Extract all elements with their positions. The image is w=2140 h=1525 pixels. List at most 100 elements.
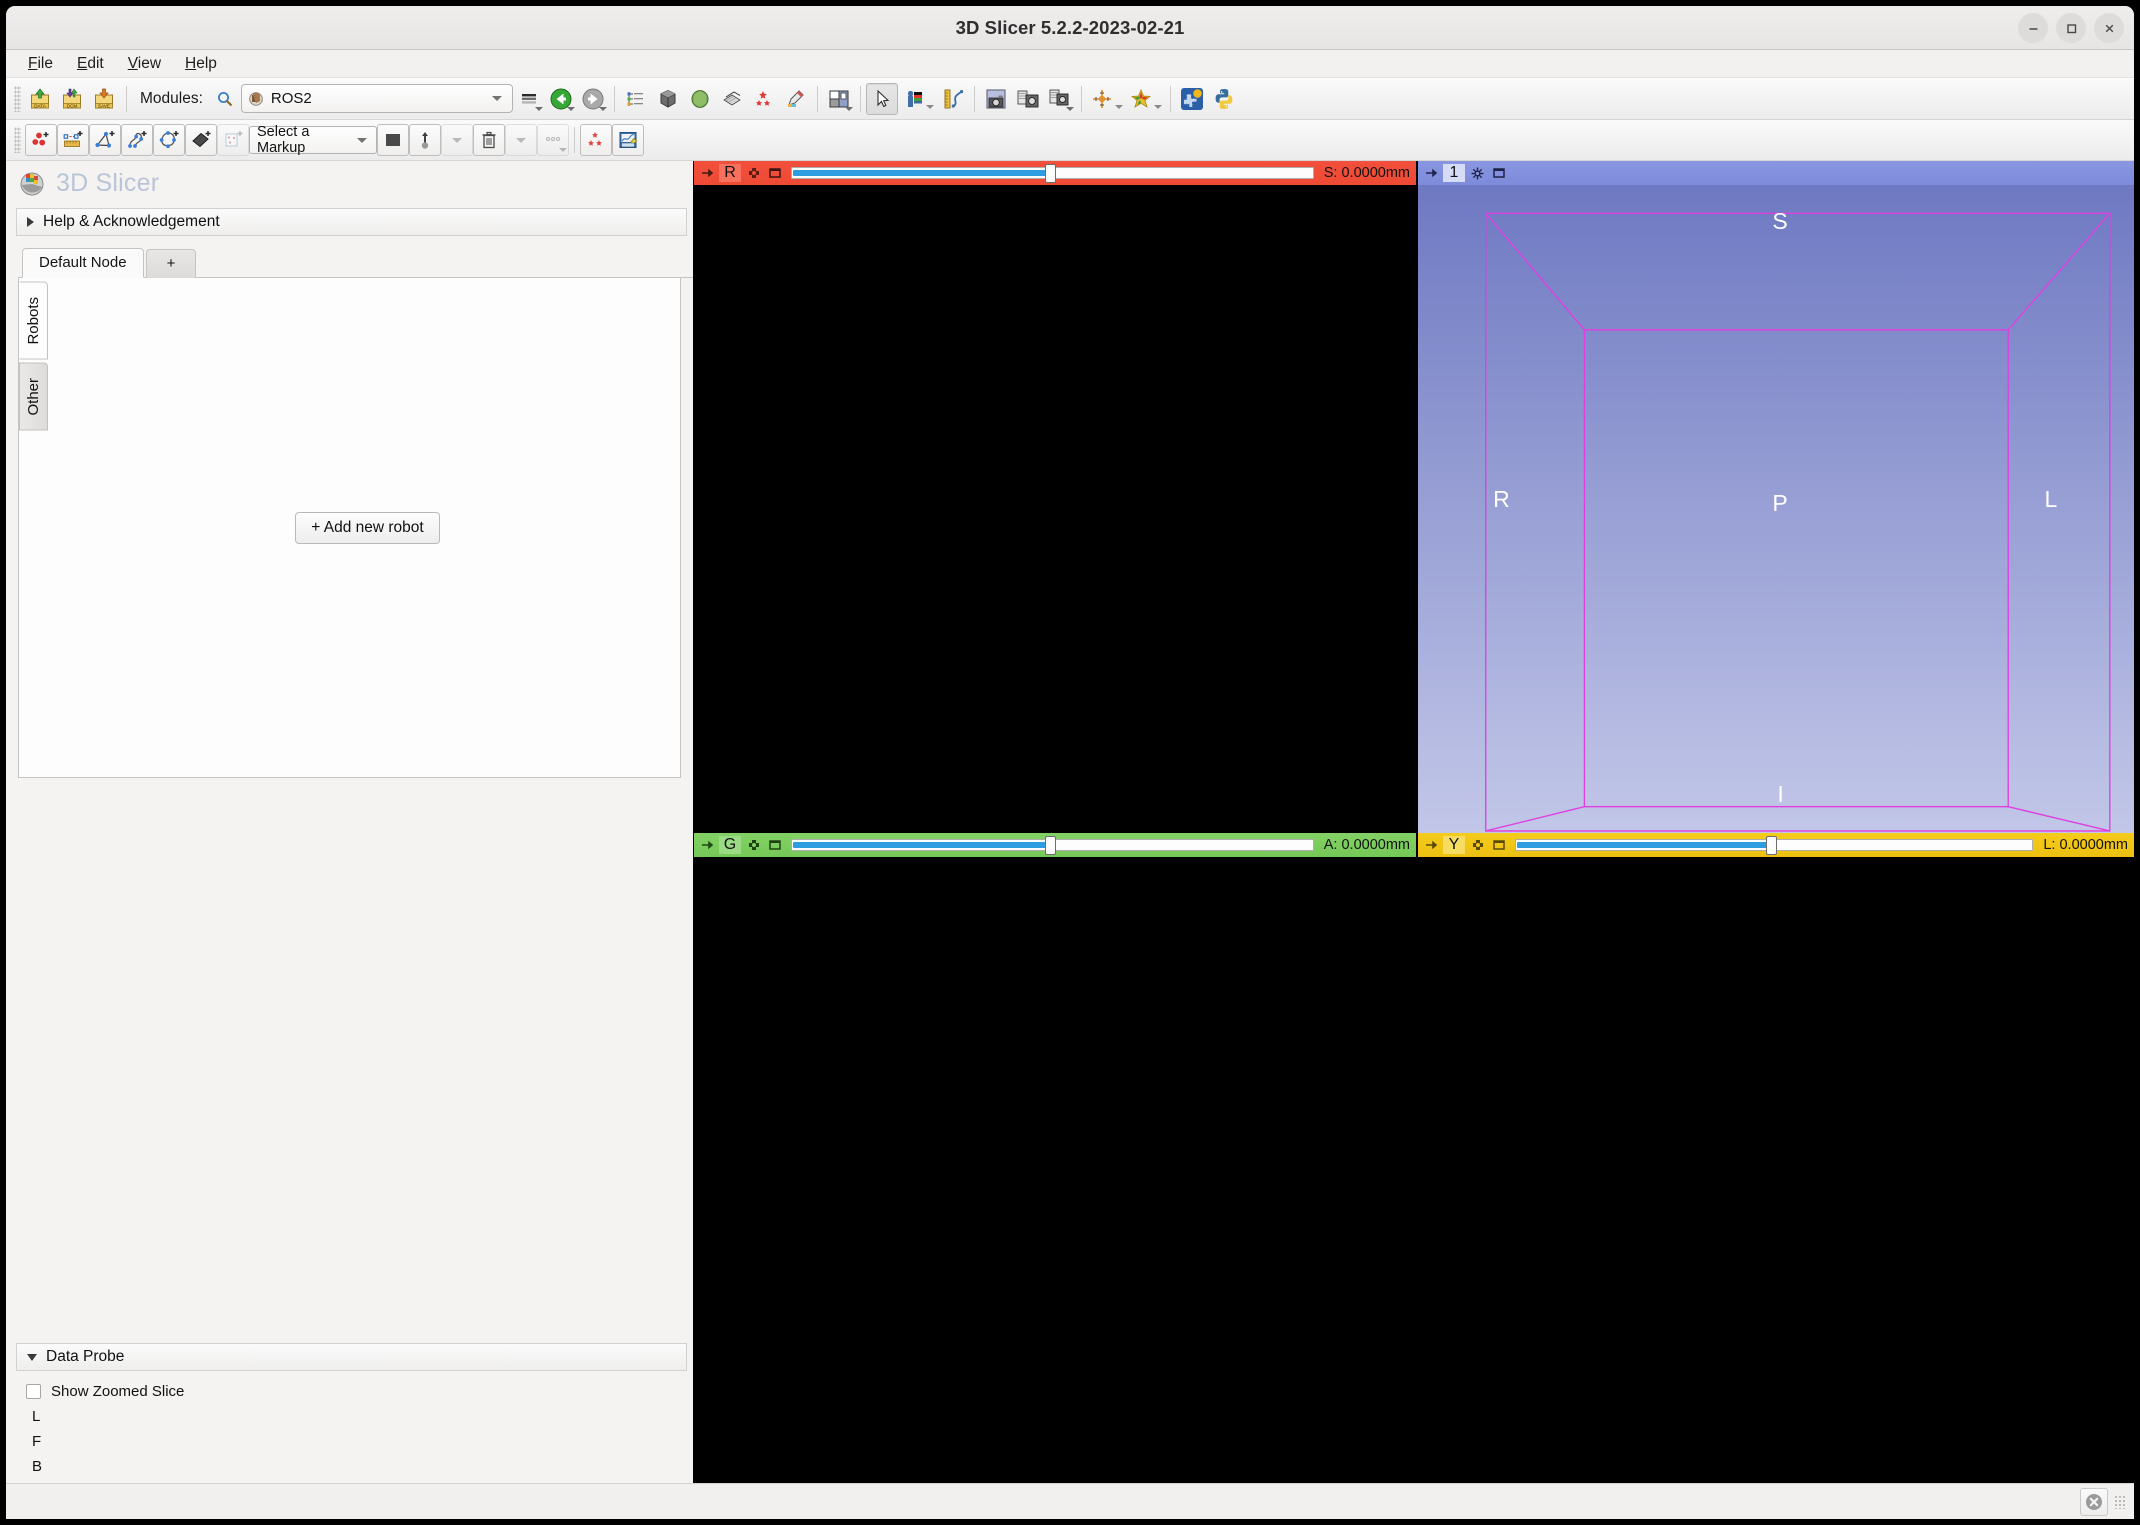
create-plane-button[interactable] <box>185 124 217 156</box>
create-line-button[interactable] <box>57 124 89 156</box>
create-open-curve-button[interactable] <box>121 124 153 156</box>
threeD-settings-icon[interactable] <box>1469 165 1486 182</box>
scene-views-icon[interactable] <box>1044 83 1076 115</box>
view-row-top: R S: 0.0000mm 1 S I R L P <box>694 161 2134 833</box>
module-history-button[interactable] <box>513 83 545 115</box>
panel-spacer <box>6 778 693 1343</box>
create-point-list-button[interactable] <box>25 124 57 156</box>
tab-default-node[interactable]: Default Node <box>22 248 144 278</box>
menu-file[interactable]: File <box>18 52 65 76</box>
ruler-crosshair-icon[interactable] <box>937 83 969 115</box>
toolbar-separator <box>1169 85 1171 112</box>
green-slice-slider[interactable] <box>791 836 1314 855</box>
add-new-robot-button[interactable]: + Add new robot <box>295 511 440 544</box>
menu-edit[interactable]: Edit <box>67 52 116 76</box>
visibility-icon[interactable] <box>745 837 762 854</box>
vtab-robots[interactable]: Robots <box>19 282 48 360</box>
yellow-view-letter[interactable]: Y <box>1443 836 1465 854</box>
resize-grip[interactable] <box>2114 1494 2126 1509</box>
create-closed-curve-button[interactable] <box>153 124 185 156</box>
window-level-icon[interactable] <box>898 83 937 115</box>
pin-icon[interactable] <box>698 837 715 854</box>
pin-icon[interactable] <box>1422 165 1439 182</box>
close-icon[interactable] <box>2094 13 2124 43</box>
place-persistent-button[interactable] <box>409 124 441 156</box>
yellow-slider-handle[interactable] <box>1766 836 1778 855</box>
python-icon[interactable] <box>1208 83 1240 115</box>
mouse-pointer-icon[interactable] <box>865 82 898 115</box>
markup-color-button[interactable] <box>377 124 409 156</box>
red-slice-canvas[interactable] <box>694 185 1416 833</box>
help-acknowledgement-section[interactable]: Help & Acknowledgement <box>16 208 687 236</box>
markups-settings-button[interactable] <box>580 124 612 156</box>
camera-icon[interactable] <box>980 83 1012 115</box>
main-toolbar: DATA DCM SAVE Modules: ROS2 <box>6 78 2134 120</box>
red-slider-handle[interactable] <box>1044 164 1056 183</box>
yellow-slice-slider[interactable] <box>1515 836 2034 855</box>
markups-edit-icon[interactable] <box>612 124 644 156</box>
green-slice-canvas[interactable] <box>694 857 1416 1483</box>
subject-hierarchy-button[interactable] <box>620 83 652 115</box>
vtab-other[interactable]: Other <box>19 362 48 431</box>
green-view-letter[interactable]: G <box>719 836 741 854</box>
chevron-down-icon <box>1065 106 1074 111</box>
save-data-button[interactable]: SAVE <box>89 83 121 115</box>
pin-icon[interactable] <box>698 165 715 182</box>
delete-markup-button[interactable] <box>473 124 505 156</box>
colorful-star-icon[interactable] <box>1126 83 1165 115</box>
module-next-button[interactable] <box>577 83 609 115</box>
extension-puzzle-icon[interactable] <box>1176 83 1208 115</box>
maximize-view-icon[interactable] <box>1490 837 1507 854</box>
maximize-view-icon[interactable] <box>766 165 783 182</box>
maximize-view-icon[interactable] <box>1490 165 1507 182</box>
magnifier-icon[interactable] <box>209 83 241 115</box>
visibility-icon[interactable] <box>1469 837 1486 854</box>
tab-add-node[interactable]: + <box>145 249 197 278</box>
red-slice-slider[interactable] <box>791 164 1314 183</box>
markup-selector-combobox[interactable]: Select a Markup <box>249 124 377 156</box>
delete-options-dropdown[interactable] <box>505 124 537 156</box>
place-options-dropdown[interactable] <box>441 124 473 156</box>
show-zoomed-slice-row[interactable]: Show Zoomed Slice <box>26 1383 693 1400</box>
module-previous-button[interactable] <box>545 83 577 115</box>
module-icon <box>249 92 263 106</box>
load-data-button[interactable]: DATA <box>25 83 57 115</box>
chevron-down-icon <box>1114 104 1123 109</box>
markups-red-icon[interactable] <box>748 83 780 115</box>
red-slice-header: R S: 0.0000mm <box>694 161 1416 185</box>
show-zoomed-slice-checkbox[interactable] <box>26 1384 41 1399</box>
red-view-letter[interactable]: R <box>719 164 741 182</box>
slicer-brand-text: 3D Slicer <box>56 168 160 197</box>
segment-editor-icon[interactable] <box>780 83 812 115</box>
data-probe-section[interactable]: Data Probe <box>16 1343 687 1371</box>
error-circle-x-icon[interactable] <box>2080 1487 2108 1516</box>
threeD-canvas[interactable]: S I R L P <box>1418 185 2134 833</box>
create-roi-button[interactable] <box>217 124 249 156</box>
visibility-icon[interactable] <box>745 165 762 182</box>
toolbar-grip[interactable] <box>14 127 21 153</box>
crosshair-star-icon[interactable] <box>1087 83 1126 115</box>
layout-grid-icon[interactable] <box>823 83 855 115</box>
chevron-down-icon <box>491 96 502 101</box>
toolbar-grip[interactable] <box>14 85 21 112</box>
menu-view[interactable]: View <box>118 52 173 76</box>
screen-capture-icon[interactable] <box>1012 83 1044 115</box>
green-slider-handle[interactable] <box>1044 836 1056 855</box>
volumes-icon[interactable] <box>716 83 748 115</box>
model-sphere-icon[interactable] <box>684 83 716 115</box>
threeD-view-header: 1 <box>1418 161 2134 185</box>
volume-cube-icon[interactable] <box>652 83 684 115</box>
more-options-button[interactable] <box>537 124 569 156</box>
module-panel: 3D Slicer Help & Acknowledgement Default… <box>6 161 694 1483</box>
create-angle-button[interactable] <box>89 124 121 156</box>
slicer-logo-icon <box>20 172 44 196</box>
minimize-icon[interactable] <box>2018 13 2048 43</box>
yellow-slice-canvas[interactable] <box>1418 857 2134 1483</box>
threeD-view-letter[interactable]: 1 <box>1443 164 1465 182</box>
module-selector-combobox[interactable]: ROS2 <box>240 84 513 113</box>
maximize-view-icon[interactable] <box>766 837 783 854</box>
pin-icon[interactable] <box>1422 837 1439 854</box>
menu-help[interactable]: Help <box>175 52 229 76</box>
load-dicom-button[interactable]: DCM <box>57 83 89 115</box>
maximize-icon[interactable] <box>2056 13 2086 43</box>
